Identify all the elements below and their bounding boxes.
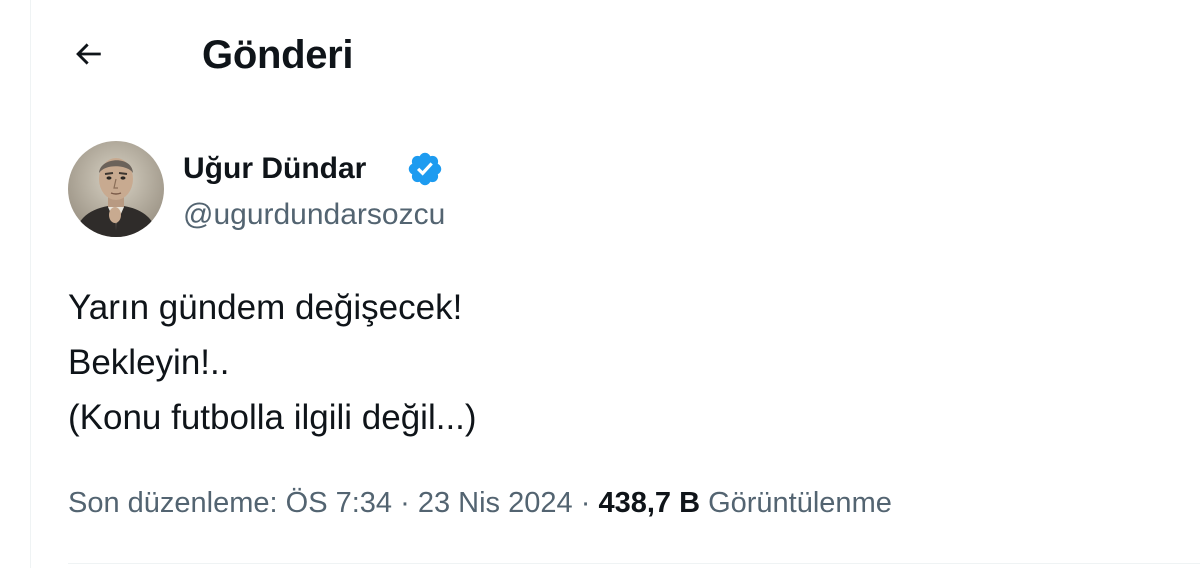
avatar[interactable]	[68, 141, 164, 237]
tweet-date: 23 Nis 2024	[417, 487, 573, 519]
tweet-line: (Konu futbolla ilgili değil...)	[68, 398, 477, 437]
edited-label: Son düzenleme:	[68, 487, 278, 519]
author-name[interactable]: Uğur Dündar	[183, 152, 366, 186]
tweet-line: Bekleyin!..	[68, 343, 230, 382]
views-count: 438,7 B	[598, 487, 701, 519]
page-title: Gönderi	[202, 33, 354, 77]
tweet-line: Yarın gündem değişecek!	[68, 288, 463, 327]
author-handle[interactable]: @ugurdundarsozcu	[183, 198, 445, 232]
verified-badge-icon	[408, 152, 442, 186]
arrow-left-icon	[76, 43, 101, 65]
separator: ·	[400, 487, 410, 519]
back-button[interactable]	[66, 32, 110, 76]
tweet-meta: Son düzenleme: ÖS 7:34 · 23 Nis 2024 · 4…	[68, 486, 892, 520]
views-label: Görüntülenme	[708, 487, 892, 519]
post-detail-page: Gönderi Uğur Dündar @ugurdundarsozcu Yar…	[0, 0, 1200, 568]
avatar-image	[68, 141, 164, 237]
views-link[interactable]: 438,7 B Görüntülenme	[598, 487, 891, 519]
tweet-text: Yarın gündem değişecek! Bekleyin!.. (Kon…	[68, 280, 477, 445]
edited-timestamp-link[interactable]: Son düzenleme: ÖS 7:34 · 23 Nis 2024	[68, 487, 573, 519]
divider	[68, 563, 1200, 564]
tweet-time: ÖS 7:34	[285, 487, 393, 519]
separator: ·	[580, 487, 591, 519]
